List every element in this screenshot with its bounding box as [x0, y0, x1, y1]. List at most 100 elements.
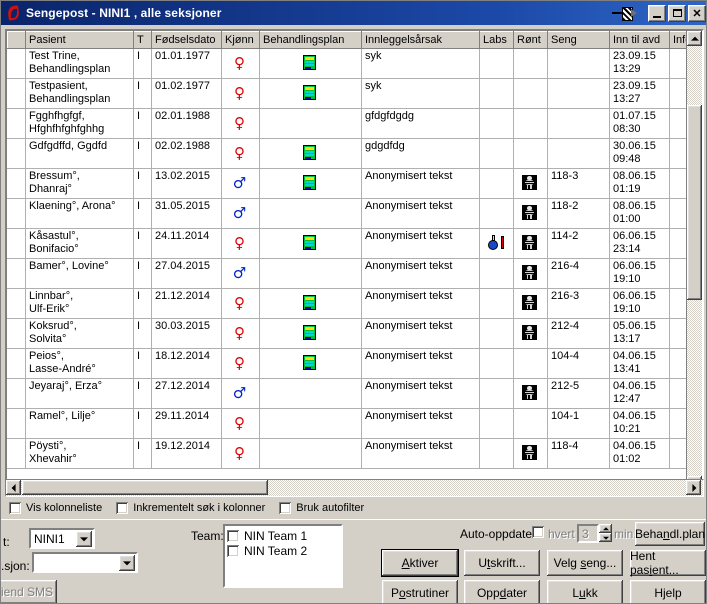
hjelp-button[interactable]: Hjelp [630, 580, 706, 603]
table-row[interactable]: Linnbar°, Ulf-Erik° I 21.12.2014 ♀ Anonymiser… [7, 288, 702, 319]
chevron-down-icon[interactable] [119, 554, 135, 571]
treatment-plan-icon[interactable] [303, 145, 316, 160]
table-row[interactable]: Bamer°, Lovine° I 27.04.2015 ♂ Anonymisert t… [7, 258, 702, 289]
row-selector[interactable] [7, 318, 26, 349]
stepper-down[interactable] [599, 533, 612, 542]
table-row[interactable]: Jeyaraj°, Erza° I 27.12.2014 ♂ Anonymisert t… [7, 378, 702, 409]
behandl-plan-button[interactable]: Behandl.plan [635, 522, 705, 546]
column-header-t[interactable]: T [133, 31, 152, 49]
table-row[interactable]: Testpasient, Behandlingsplan I 01.02.1977 ♀ s… [7, 78, 702, 109]
cell-ront[interactable] [513, 318, 548, 349]
column-header-ront[interactable]: Rønt [513, 31, 548, 49]
cell-ront[interactable] [513, 288, 548, 319]
interval-stepper[interactable] [599, 524, 612, 542]
vertical-scroll-thumb[interactable] [687, 105, 702, 300]
horizontal-scroll-thumb[interactable] [22, 480, 268, 495]
oppdater-button[interactable]: Oppdater [464, 580, 540, 603]
hent-pasient-button[interactable]: Hent pasient... [630, 549, 706, 577]
team-item-2[interactable]: NIN Team 2 [227, 543, 339, 558]
column-header-kjonn[interactable]: Kjønn [221, 31, 260, 49]
checkbox-inkrementelt-sok[interactable] [116, 502, 129, 514]
xray-icon[interactable] [522, 295, 537, 310]
treatment-plan-icon[interactable] [303, 235, 316, 250]
row-selector[interactable] [7, 78, 26, 109]
column-header-labs[interactable]: Labs [479, 31, 514, 49]
minimize-button[interactable] [648, 4, 666, 22]
table-row[interactable]: Peios°, Lasse-André° I 18.12.2014 ♀ Anonymise… [7, 348, 702, 379]
cell-behandlingsplan[interactable] [259, 288, 362, 319]
xray-icon[interactable] [522, 325, 537, 340]
column-header-innleggelsesarsak[interactable]: Innleggelsårsak [361, 31, 480, 49]
cell-behandlingsplan[interactable] [259, 318, 362, 349]
xray-icon[interactable] [522, 445, 537, 460]
row-selector[interactable] [7, 138, 26, 169]
xray-icon[interactable] [522, 235, 537, 250]
row-selector[interactable] [7, 108, 26, 139]
table-row[interactable]: Test Trine, Behandlingsplan I 01.01.1977 ♀ sy… [7, 48, 702, 79]
option-bruk-autofilter[interactable]: Bruk autofilter [279, 502, 364, 514]
table-row[interactable]: Gdfgdffd, Ggdfd I 02.02.1988 ♀ gdgdfdg 30.06.… [7, 138, 702, 169]
stepper-up[interactable] [599, 524, 612, 533]
row-selector[interactable] [7, 258, 26, 289]
table-row[interactable]: Klaening°, Arona° I 31.05.2015 ♂ Anonymisert… [7, 198, 702, 229]
cell-ront[interactable] [513, 168, 548, 199]
row-selector[interactable] [7, 348, 26, 379]
post-combobox[interactable]: NINI1 [29, 528, 95, 549]
postrutiner-button[interactable]: Postrutiner [382, 580, 458, 603]
checkbox-bruk-autofilter[interactable] [279, 502, 292, 514]
team-listbox[interactable]: NIN Team 1 NIN Team 2 [223, 524, 343, 588]
aktiver-button[interactable]: Aktiver [382, 550, 458, 576]
close-button[interactable]: ✕ [688, 4, 706, 22]
row-selector[interactable] [7, 228, 26, 259]
grid-vertical-scrollbar[interactable] [686, 31, 702, 491]
chevron-down-icon[interactable] [76, 530, 92, 547]
row-selector[interactable] [7, 408, 26, 439]
cell-behandlingsplan[interactable] [259, 48, 362, 79]
column-header-seng[interactable]: Seng [547, 31, 610, 49]
cell-labs[interactable] [479, 228, 514, 259]
velg-seng-button[interactable]: Velg seng... [547, 550, 623, 576]
cell-ront[interactable] [513, 198, 548, 229]
table-row[interactable]: Kåsastul°, Bonifacio° I 24.11.2014 ♀ Anonymis… [7, 228, 702, 259]
checkbox-nin-team-2[interactable] [227, 544, 239, 557]
treatment-plan-icon[interactable] [303, 55, 316, 70]
treatment-plan-icon[interactable] [303, 85, 316, 100]
cell-behandlingsplan[interactable] [259, 168, 362, 199]
team-item-1[interactable]: NIN Team 1 [227, 528, 339, 543]
row-selector[interactable] [7, 168, 26, 199]
xray-icon[interactable] [522, 385, 537, 400]
cell-ront[interactable] [513, 228, 548, 259]
cell-ront[interactable] [513, 258, 548, 289]
scroll-up-button[interactable] [687, 31, 702, 46]
cell-behandlingsplan[interactable] [259, 348, 362, 379]
row-selector[interactable] [7, 378, 26, 409]
treatment-plan-icon[interactable] [303, 355, 316, 370]
row-selector[interactable] [7, 288, 26, 319]
pushpin-icon[interactable] [612, 5, 638, 21]
cell-ront[interactable] [513, 438, 548, 469]
column-header-inn-til-avd[interactable]: Inn til avd [609, 31, 670, 49]
table-row[interactable]: Koksrud°, Solvita° I 30.03.2015 ♀ Anonymisert… [7, 318, 702, 349]
checkbox-auto-oppdater[interactable] [532, 526, 544, 538]
xray-icon[interactable] [522, 175, 537, 190]
treatment-plan-icon[interactable] [303, 175, 316, 190]
option-vis-kolonneliste[interactable]: Vis kolonneliste [9, 502, 102, 514]
table-row[interactable]: Pöysti°, Xhevahir° I 19.12.2014 ♀ Anonymisert… [7, 438, 702, 469]
treatment-plan-icon[interactable] [303, 325, 316, 340]
table-row[interactable]: Ramel°, Lilje° I 29.11.2014 ♀ Anonymisert te… [7, 408, 702, 439]
table-row[interactable]: Fgghfhgfgf, Hfghfhfghfghhg I 02.01.1988 ♀ gfd… [7, 108, 702, 139]
xray-icon[interactable] [522, 205, 537, 220]
row-selector[interactable] [7, 438, 26, 469]
send-sms-button[interactable]: iend SMS [1, 580, 57, 603]
cell-behandlingsplan[interactable] [259, 138, 362, 169]
table-row[interactable]: Bressum°, Dhanraj° I 13.02.2015 ♂ Anonymisert… [7, 168, 702, 199]
treatment-plan-icon[interactable] [303, 295, 316, 310]
grid-horizontal-scrollbar[interactable] [5, 479, 704, 497]
interval-input[interactable]: 3 [577, 524, 599, 543]
xray-icon[interactable] [522, 265, 537, 280]
option-inkrementelt-sok[interactable]: Inkrementelt søk i kolonner [116, 502, 265, 514]
scroll-left-button[interactable] [6, 480, 21, 495]
utskrift-button[interactable]: Utskrift... [464, 550, 540, 576]
checkbox-nin-team-1[interactable] [227, 529, 239, 542]
cell-ront[interactable] [513, 378, 548, 409]
